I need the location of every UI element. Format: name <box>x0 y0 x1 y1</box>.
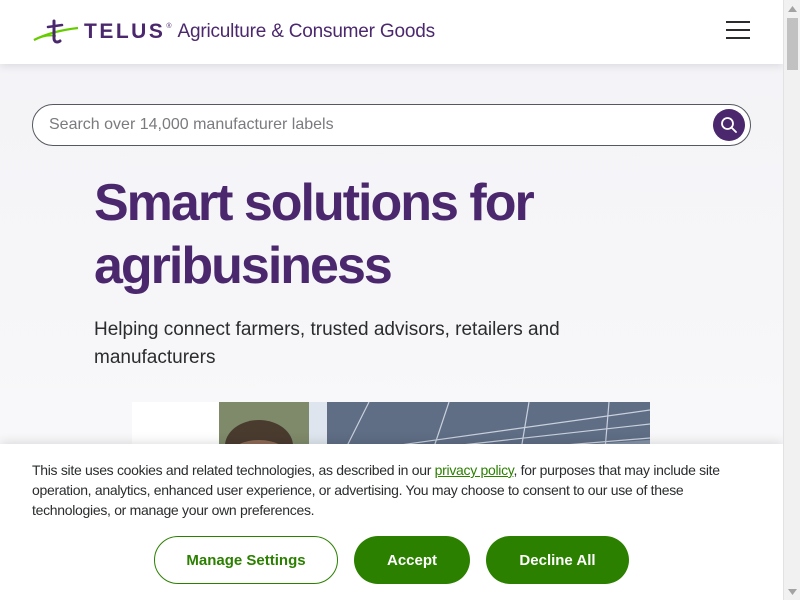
site-header: TELUS ® Agriculture & Consumer Goods <box>0 0 783 64</box>
privacy-policy-link[interactable]: privacy policy <box>435 462 514 478</box>
scroll-up-arrow-icon[interactable] <box>784 0 800 17</box>
cookie-message: This site uses cookies and related techn… <box>32 460 732 520</box>
trademark: ® <box>166 22 172 30</box>
accept-button[interactable]: Accept <box>354 536 470 584</box>
telus-leaf-icon <box>33 19 79 44</box>
vertical-scrollbar[interactable] <box>783 0 800 600</box>
search-button[interactable] <box>713 109 745 141</box>
search-bar <box>32 104 751 146</box>
telus-logo[interactable]: TELUS ® Agriculture & Consumer Goods <box>32 16 435 48</box>
hero-subtitle: Helping connect farmers, trusted advisor… <box>94 319 560 368</box>
decline-all-button[interactable]: Decline All <box>486 536 629 584</box>
search-icon <box>721 117 737 133</box>
hamburger-menu-icon[interactable] <box>724 18 754 44</box>
manage-settings-button[interactable]: Manage Settings <box>154 536 338 584</box>
cookie-text-part: This site uses cookies and related techn… <box>32 462 435 478</box>
brand-tagline: Agriculture & Consumer Goods <box>177 21 436 42</box>
brand-name: TELUS <box>84 20 166 43</box>
cookie-banner: This site uses cookies and related techn… <box>0 444 783 600</box>
scrollbar-thumb[interactable] <box>787 18 798 70</box>
scroll-down-arrow-icon[interactable] <box>784 583 800 600</box>
hero-title: Smart solutions for agribusiness <box>94 174 535 295</box>
search-input[interactable] <box>49 105 709 145</box>
